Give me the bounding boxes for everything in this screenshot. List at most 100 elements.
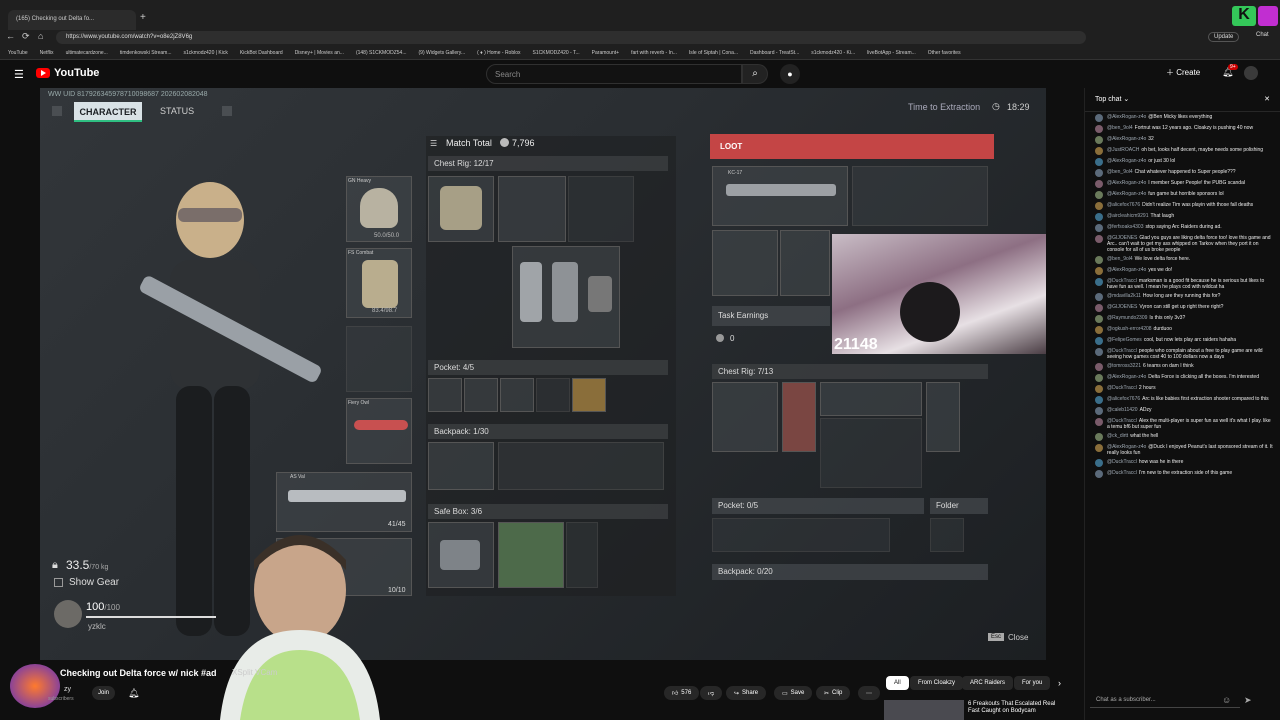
pocket-slot-3[interactable] [500,378,534,412]
join-button[interactable]: Join [92,686,116,700]
chat-message[interactable]: @ben_9ol4 Chat whatever happened to Super… [1095,169,1274,177]
chat-message[interactable]: @AlexRogan-z4o Delta Force is clicking al… [1095,374,1274,382]
bookmark[interactable]: (9) Widgets Gallery... [419,50,466,56]
chip-all[interactable]: All [886,676,909,690]
youtube-logo[interactable]: YouTube [36,67,99,79]
chat-author[interactable]: @AlexRogan-z4o [1107,374,1146,380]
folder-slot[interactable] [930,518,964,552]
more-actions-button[interactable]: ⋯ [858,686,880,700]
chat-author[interactable]: @DuckTraccl [1107,385,1137,391]
chat-author[interactable]: @AlexRogan-z4o [1107,158,1146,164]
tab-character[interactable]: CHARACTER [74,102,142,122]
bookmark[interactable]: ultimatecardzone... [66,50,108,56]
chat-author[interactable]: @ben_9ol4 [1107,169,1133,175]
like-button[interactable]: 👍︎ 576 [664,686,700,700]
bookmark[interactable]: Disney+ | Movies an... [295,50,344,56]
loot-chest-rig-slot[interactable] [712,382,778,452]
chat-message[interactable]: @AlexRogan-z4o fun game but horrible spon… [1095,191,1274,199]
chat-message[interactable]: @tomross3221 6 teams on dam I think [1095,363,1274,371]
loot-first-aid-slot[interactable] [782,382,816,452]
chat-author[interactable]: @ben_9ol4 [1107,125,1133,131]
dislike-button[interactable]: 👎︎ [700,686,723,700]
backpack-grid[interactable] [498,442,664,490]
rig-grid[interactable] [498,176,566,242]
search-button[interactable]: ⌕ [742,64,768,84]
chat-author[interactable]: @ben_9ol4 [1107,256,1133,262]
bookmark[interactable]: s1ckmodz420 | Kick [184,50,228,56]
bookmark[interactable]: S1CKMODZ420 - T... [533,50,580,56]
loot-pocket-slots[interactable] [712,518,890,552]
chat-message[interactable]: @DuckTraccl people who complain about a f… [1095,348,1274,360]
tab-status[interactable]: STATUS [160,106,194,116]
clip-button[interactable]: ✂ Clip [816,686,851,700]
chat-message[interactable]: @ck_dirtt what the hell [1095,433,1274,441]
chat-message[interactable]: @GIJOENES Glad you guys are liking delta … [1095,235,1274,253]
loot-armor-slot[interactable] [780,230,830,296]
safe-box-items[interactable] [498,522,564,588]
chat-author[interactable]: @AlexRogan-z4o [1107,136,1146,142]
home-icon[interactable]: ⌂ [38,31,43,41]
chip-from-channel[interactable]: From Cloakzy [910,676,964,690]
bookmark[interactable]: Other favorites [928,50,961,56]
chip-arc-raiders[interactable]: ARC Raiders [962,676,1014,690]
account-avatar[interactable] [1244,66,1258,80]
pocket-slot-1[interactable] [428,378,462,412]
bookmark[interactable]: timdenkowski Stream... [120,50,172,56]
recommended-title[interactable]: 6 Freakouts That Escalated Real Fast Cau… [968,701,1068,715]
chat-message[interactable]: @DuckTraccl I'm new to the extraction sid… [1095,470,1274,478]
chat-author[interactable]: @AlexRogan-z4o [1107,267,1146,273]
chat-author[interactable]: @ck_dirtt [1107,433,1128,439]
safe-box-empty[interactable] [566,522,598,588]
share-button[interactable]: ↪ Share [726,686,767,700]
bookmark[interactable]: KickBot Dashboard [240,50,283,56]
subscribe-bell-icon[interactable]: 🔔︎ [128,688,139,699]
chat-author[interactable]: @Raymundo2309 [1107,315,1147,321]
loot-weapon-slot-2[interactable] [852,166,988,226]
rig-grid-empty[interactable] [568,176,634,242]
chat-message[interactable]: @AlexRogan-z4o or just 30 lol [1095,158,1274,166]
chat-author[interactable]: @mdavilla2k11 [1107,293,1141,299]
chat-message[interactable]: @AlexRogan-z4o @Ben Micky likes everythin… [1095,114,1274,122]
chat-message[interactable]: @ben_9ol4 We love delta force here. [1095,256,1274,264]
chat-message[interactable]: @AlexRogan-z4o I member Super People! the… [1095,180,1274,188]
bookmark[interactable]: liveBotApp - Stream... [867,50,916,56]
chat-message[interactable]: @ogkush-error4208 durduoo [1095,326,1274,334]
browser-tab[interactable]: (165) Checking out Delta fo... [8,10,136,30]
melee-slot[interactable] [346,398,412,464]
loot-tac-slot[interactable] [926,382,960,452]
chat-author[interactable]: @DuckTraccl [1107,459,1137,465]
chat-author[interactable]: @AlexRogan-z4o [1107,114,1146,120]
chat-message[interactable]: @aircleahicm9291 That laugh [1095,213,1274,221]
chat-message[interactable]: @Raymundo2309 Is this only 3v3? [1095,315,1274,323]
refresh-icon[interactable]: ⟳ [22,31,30,42]
save-button[interactable]: ▭ Save [774,686,813,700]
bookmark[interactable]: Dashboard - TreatSt... [750,50,799,56]
bookmark[interactable]: Isle of Siptah | Cona... [689,50,738,56]
bookmark[interactable]: (148) S1CKMODZ54... [356,50,407,56]
chat-author[interactable]: @DuckTraccl [1107,470,1137,476]
chat-message[interactable]: @GIJOENES Vyron can still get up right th… [1095,304,1274,312]
send-icon[interactable]: ➤ [1244,695,1252,706]
url-field[interactable]: https://www.youtube.com/watch?v=o8e2jZ8V… [56,31,1086,44]
loot-rig-empty[interactable] [820,418,922,488]
pistol-slot[interactable] [346,326,412,392]
update-button[interactable]: Update [1208,32,1240,42]
chat-message[interactable]: @DuckTraccl Alex the multi-player is supe… [1095,418,1274,430]
create-button[interactable]: ＋ Create [1166,67,1200,78]
chat-author[interactable]: @AlexRogan-z4o [1107,180,1146,186]
bookmark[interactable]: fart with reverb - In... [631,50,677,56]
emoji-icon[interactable]: ☺ [1222,695,1231,705]
bookmark[interactable]: ( ♦ ) Home - Roblox [477,50,520,56]
chat-message[interactable]: @AlexRogan-z4o 32 [1095,136,1274,144]
chat-author[interactable]: @FelipeGomes [1107,337,1142,343]
mic-icon[interactable]: ● [780,64,800,84]
chat-message[interactable]: @JustROACH oh bet, looks half decent, may… [1095,147,1274,155]
channel-name[interactable]: zy [64,686,71,693]
chat-message[interactable]: @FelipeGomes cool, but now lets play arc … [1095,337,1274,345]
chat-message[interactable]: @alicefox7676 Arc is like babies first ex… [1095,396,1274,404]
copilot-chat-button[interactable]: Chat [1256,32,1269,38]
chat-message[interactable]: @DuckTraccl 2 hours [1095,385,1274,393]
search-input[interactable]: Search [486,64,742,84]
backpack-slot[interactable] [428,442,494,490]
pocket-slot-2[interactable] [464,378,498,412]
